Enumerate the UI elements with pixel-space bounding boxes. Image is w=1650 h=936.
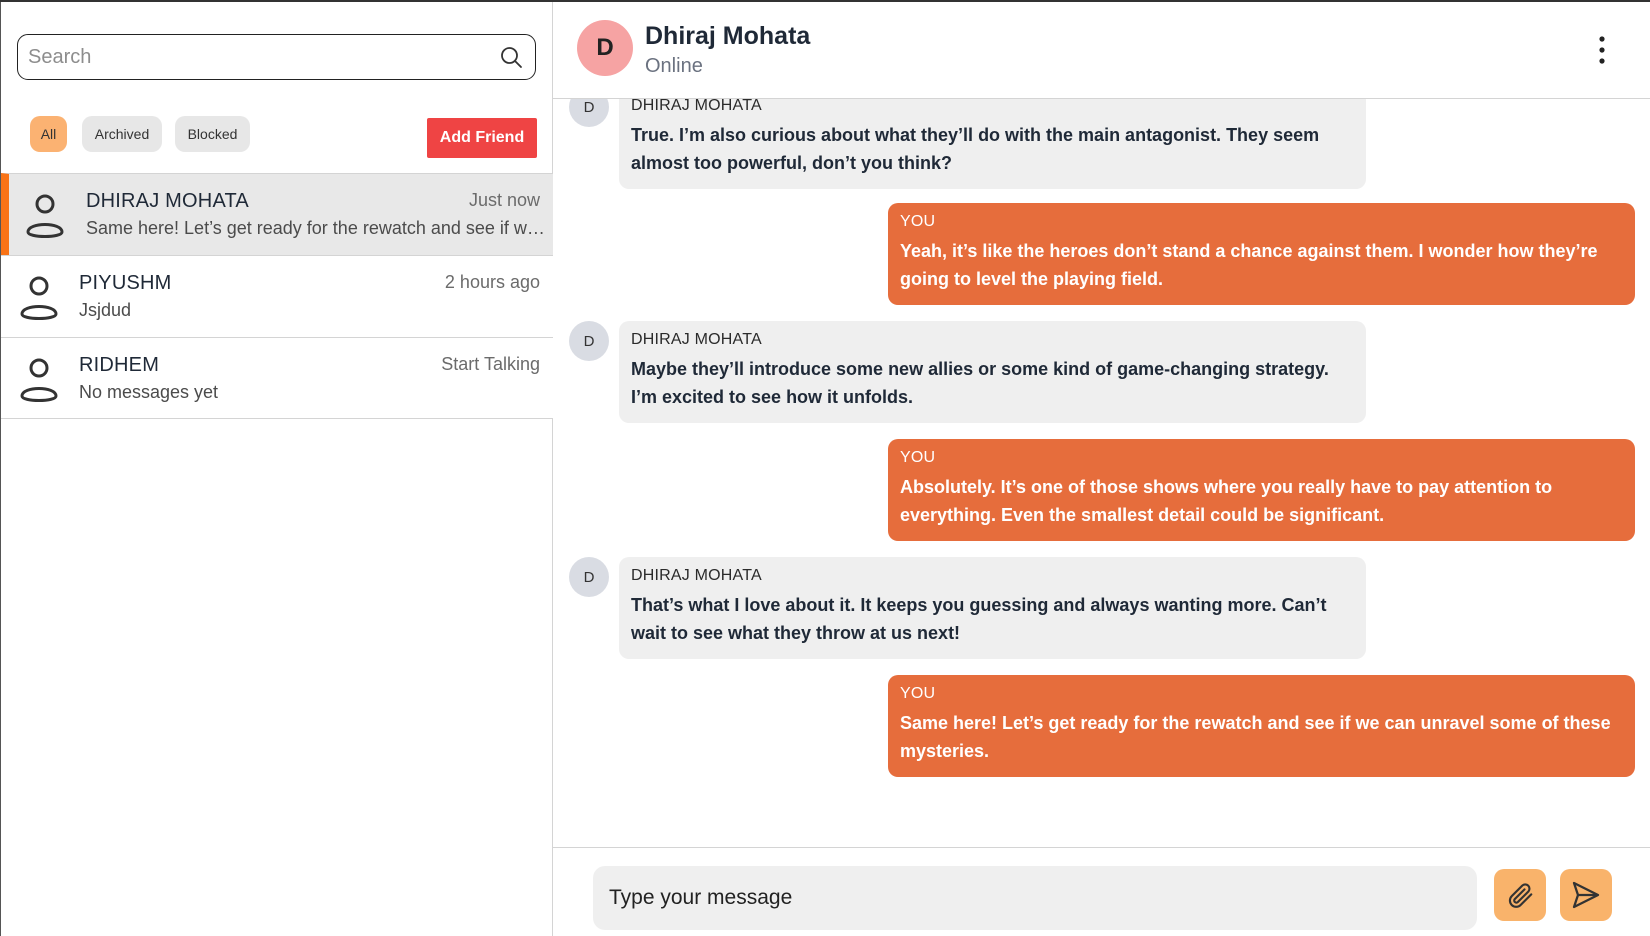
message-sender: YOU: [900, 685, 936, 702]
message-list[interactable]: D DHIRAJ MOHATA True. I’m also curious a…: [553, 99, 1650, 847]
conversation-time: Start Talking: [441, 354, 540, 374]
send-button[interactable]: [1560, 869, 1612, 921]
message-text: Same here! Let’s get ready for the rewat…: [900, 713, 1611, 761]
message-input[interactable]: [593, 866, 1477, 930]
filter-all-chip[interactable]: All: [30, 116, 67, 152]
conversation-list: DHIRAJ MOHATA Just now Same here! Let’s …: [1, 173, 553, 419]
message-bubble: DHIRAJ MOHATA That’s what I love about i…: [619, 557, 1366, 659]
message-bubble: DHIRAJ MOHATA True. I’m also curious abo…: [619, 99, 1366, 189]
sender-avatar: D: [569, 557, 609, 597]
conversation-item[interactable]: DHIRAJ MOHATA Just now Same here! Let’s …: [1, 173, 553, 255]
message-sender: DHIRAJ MOHATA: [631, 331, 762, 348]
message-text: That’s what I love about it. It keeps yo…: [631, 595, 1327, 643]
message-outgoing: YOU Same here! Let’s get ready for the r…: [888, 675, 1635, 777]
kebab-menu-icon[interactable]: [1590, 34, 1614, 66]
contact-avatar[interactable]: D: [577, 20, 633, 76]
message-sender: DHIRAJ MOHATA: [631, 99, 762, 114]
search-input[interactable]: [28, 41, 478, 73]
message-outgoing: YOU Absolutely. It’s one of those shows …: [888, 439, 1635, 541]
person-icon: [20, 276, 58, 320]
message-text: True. I’m also curious about what they’l…: [631, 125, 1320, 173]
message-text: Absolutely. It’s one of those shows wher…: [900, 477, 1553, 525]
chat-panel: D Dhiraj Mohata Online D DHIRAJ MOHATA T…: [553, 2, 1650, 936]
contact-name: Dhiraj Mohata: [645, 22, 811, 50]
attach-button[interactable]: [1494, 869, 1546, 921]
message-text: Yeah, it’s like the heroes don’t stand a…: [900, 241, 1598, 289]
send-icon: [1572, 881, 1600, 909]
message-bubble: DHIRAJ MOHATA Maybe they’ll introduce so…: [619, 321, 1366, 423]
paperclip-icon: [1508, 883, 1533, 908]
message-text: Maybe they’ll introduce some new allies …: [631, 359, 1329, 407]
conversation-preview: Same here! Let’s get ready for the rewat…: [86, 218, 546, 238]
add-friend-button[interactable]: Add Friend: [427, 118, 537, 158]
conversation-preview: No messages yet: [79, 382, 219, 402]
contact-status: Online: [645, 55, 703, 77]
filter-archived-chip[interactable]: Archived: [82, 116, 162, 152]
filter-blocked-chip[interactable]: Blocked: [175, 116, 250, 152]
search-box: [17, 34, 536, 80]
conversation-item[interactable]: PIYUSHM 2 hours ago Jsjdud: [1, 255, 553, 337]
conversation-preview: Jsjdud: [79, 300, 132, 320]
sidebar: All Archived Blocked Add Friend DHIRAJ M…: [0, 2, 553, 936]
conversation-time: 2 hours ago: [444, 272, 540, 292]
sender-avatar: D: [569, 99, 609, 127]
message-composer: [553, 847, 1650, 936]
conversation-time: Just now: [468, 190, 540, 210]
conversation-item[interactable]: RIDHEM Start Talking No messages yet: [1, 337, 553, 419]
conversation-name: DHIRAJ MOHATA: [86, 190, 249, 212]
person-icon: [26, 194, 64, 238]
message-sender: YOU: [900, 449, 936, 466]
message-sender: YOU: [900, 213, 936, 230]
conversation-name: PIYUSHM: [79, 272, 172, 294]
search-icon[interactable]: [499, 45, 523, 69]
message-sender: DHIRAJ MOHATA: [631, 567, 762, 584]
sender-avatar: D: [569, 321, 609, 361]
conversation-name: RIDHEM: [79, 354, 160, 376]
message-outgoing: YOU Yeah, it’s like the heroes don’t sta…: [888, 203, 1635, 305]
chat-header: D Dhiraj Mohata Online: [553, 2, 1650, 99]
person-icon: [20, 358, 58, 402]
